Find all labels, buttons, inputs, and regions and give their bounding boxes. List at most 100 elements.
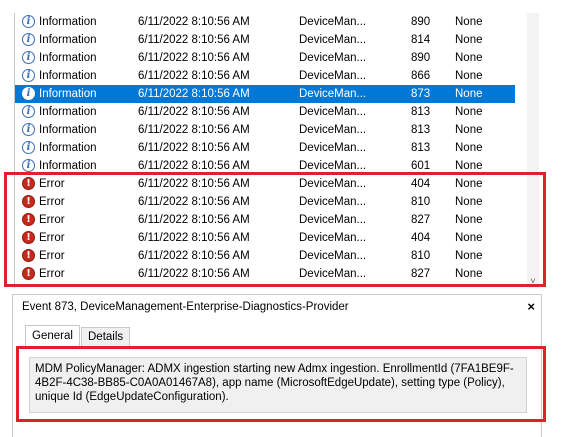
event-row[interactable]: ! Error 6/11/2022 8:10:56 AM DeviceMan... 40… [15, 175, 515, 193]
error-icon: ! [22, 249, 35, 262]
error-icon: ! [22, 267, 35, 280]
event-row[interactable]: i Information 6/11/2022 8:10:56 AM DeviceMa… [15, 121, 515, 139]
info-icon: i [22, 33, 35, 46]
event-task-category: None [455, 16, 483, 28]
event-date: 6/11/2022 8:10:56 AM [138, 232, 250, 244]
event-id: 601 [411, 160, 431, 172]
event-id: 814 [411, 34, 431, 46]
event-level: Information [39, 52, 97, 64]
event-source: DeviceMan... [299, 196, 367, 208]
error-icon: ! [22, 177, 35, 190]
event-date: 6/11/2022 8:10:56 AM [138, 250, 250, 262]
event-row[interactable]: i Information 6/11/2022 8:10:56 AM DeviceMa… [15, 85, 515, 103]
close-icon[interactable]: × [527, 299, 535, 314]
event-date: 6/11/2022 8:10:56 AM [138, 196, 250, 208]
event-source: DeviceMan... [299, 250, 367, 262]
info-icon: i [22, 141, 35, 154]
event-row[interactable]: ! Error 6/11/2022 8:10:56 AM DeviceMan... 40… [15, 229, 515, 247]
info-icon: i [22, 51, 35, 64]
info-icon: i [22, 123, 35, 136]
event-level: Information [39, 88, 97, 100]
event-row[interactable]: i Information 6/11/2022 8:10:56 AM DeviceMa… [15, 31, 515, 49]
event-date: 6/11/2022 8:10:56 AM [138, 142, 250, 154]
event-task-category: None [455, 250, 483, 262]
event-source: DeviceMan... [299, 160, 367, 172]
event-id: 890 [411, 52, 431, 64]
info-icon: i [22, 69, 35, 82]
selection-marker [503, 87, 515, 101]
event-date: 6/11/2022 8:10:56 AM [138, 88, 250, 100]
event-row[interactable]: i Information 6/11/2022 8:10:56 AM DeviceMa… [15, 13, 515, 31]
event-row[interactable]: i Information 6/11/2022 8:10:56 AM DeviceMa… [15, 157, 515, 175]
event-row[interactable]: ! Error 6/11/2022 8:10:56 AM DeviceMan... 81… [15, 247, 515, 265]
event-task-category: None [455, 196, 483, 208]
event-source: DeviceMan... [299, 142, 367, 154]
event-id: 827 [411, 268, 431, 280]
event-task-category: None [455, 52, 483, 64]
event-id: 813 [411, 124, 431, 136]
event-date: 6/11/2022 8:10:56 AM [138, 34, 250, 46]
event-source: DeviceMan... [299, 232, 367, 244]
error-icon: ! [22, 195, 35, 208]
event-level: Error [39, 196, 65, 208]
event-row[interactable]: ! Error 6/11/2022 8:10:56 AM DeviceMan... 82… [15, 211, 515, 229]
event-task-category: None [455, 178, 483, 190]
event-level: Information [39, 106, 97, 118]
scroll-down-arrow-icon[interactable]: ˅ [527, 276, 539, 288]
event-id: 404 [411, 178, 431, 190]
event-date: 6/11/2022 8:10:56 AM [138, 268, 250, 280]
event-level: Error [39, 214, 65, 226]
event-row[interactable]: ! Error 6/11/2022 8:10:56 AM DeviceMan... 81… [15, 193, 515, 211]
event-level: Error [39, 268, 65, 280]
event-level: Error [39, 178, 65, 190]
event-level: Information [39, 124, 97, 136]
event-row[interactable]: i Information 6/11/2022 8:10:56 AM DeviceMa… [15, 139, 515, 157]
event-row[interactable]: ! Error 6/11/2022 8:10:56 AM DeviceMan... 82… [15, 265, 515, 283]
event-list[interactable]: i Information 6/11/2022 8:10:56 AM DeviceMa… [14, 13, 540, 288]
event-date: 6/11/2022 8:10:56 AM [138, 70, 250, 82]
event-id: 873 [411, 88, 431, 100]
event-source: DeviceMan... [299, 178, 367, 190]
event-id: 813 [411, 142, 431, 154]
event-date: 6/11/2022 8:10:56 AM [138, 178, 250, 190]
event-level: Information [39, 142, 97, 154]
event-task-category: None [455, 88, 483, 100]
event-row[interactable]: i Information 6/11/2022 8:10:56 AM DeviceMa… [15, 67, 515, 85]
event-level: Information [39, 160, 97, 172]
event-id: 810 [411, 196, 431, 208]
event-task-category: None [455, 214, 483, 226]
tab-details[interactable]: Details [81, 327, 131, 348]
info-icon: i [22, 15, 35, 28]
event-level: Error [39, 250, 65, 262]
info-icon: i [22, 87, 35, 100]
event-task-category: None [455, 142, 483, 154]
event-level: Information [39, 16, 97, 28]
event-source: DeviceMan... [299, 34, 367, 46]
tab-divider [21, 347, 533, 348]
event-source: DeviceMan... [299, 16, 367, 28]
event-id: 827 [411, 214, 431, 226]
error-icon: ! [22, 231, 35, 244]
event-row[interactable]: i Information 6/11/2022 8:10:56 AM DeviceMa… [15, 49, 515, 67]
vertical-scrollbar[interactable]: ˅ [527, 13, 539, 288]
event-row[interactable]: i Information 6/11/2022 8:10:56 AM DeviceMa… [15, 103, 515, 121]
event-date: 6/11/2022 8:10:56 AM [138, 160, 250, 172]
event-task-category: None [455, 70, 483, 82]
info-icon: i [22, 159, 35, 172]
event-id: 890 [411, 16, 431, 28]
error-icon: ! [22, 213, 35, 226]
tab-general[interactable]: General [25, 325, 80, 349]
event-source: DeviceMan... [299, 70, 367, 82]
event-id: 404 [411, 232, 431, 244]
event-level: Information [39, 70, 97, 82]
event-date: 6/11/2022 8:10:56 AM [138, 124, 250, 136]
event-details-title: Event 873, DeviceManagement-Enterprise-D… [22, 301, 349, 313]
event-date: 6/11/2022 8:10:56 AM [138, 214, 250, 226]
event-source: DeviceMan... [299, 52, 367, 64]
event-level: Information [39, 34, 97, 46]
event-source: DeviceMan... [299, 214, 367, 226]
event-task-category: None [455, 268, 483, 280]
event-id: 810 [411, 250, 431, 262]
event-task-category: None [455, 232, 483, 244]
event-source: DeviceMan... [299, 124, 367, 136]
